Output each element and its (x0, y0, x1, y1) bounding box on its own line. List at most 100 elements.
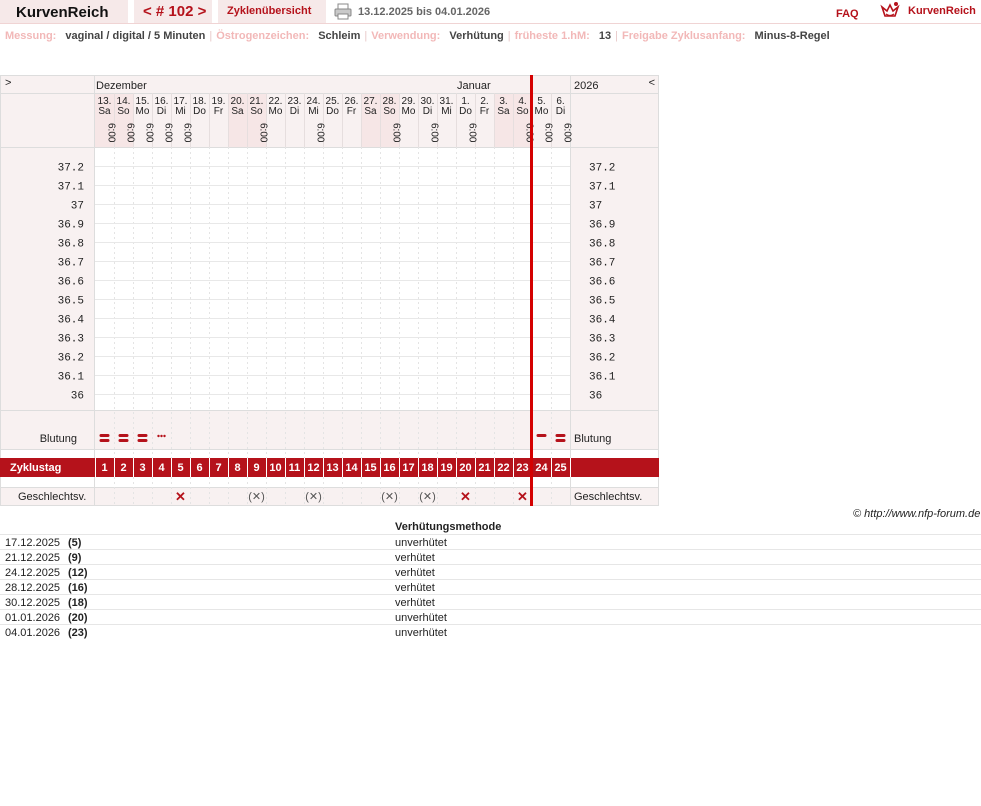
zyklustag-number: 4 (158, 462, 165, 474)
bleeding-mark (99, 439, 110, 442)
blutung-row-bg (0, 410, 659, 449)
faq-link[interactable]: FAQ (836, 8, 859, 20)
logo-text[interactable]: KurvenReich (908, 5, 976, 17)
geschlechtsv-label: Geschlechtsv. (18, 491, 86, 503)
row-cycle-day: (18) (68, 597, 88, 609)
zyklustag-number: 16 (383, 462, 395, 474)
temp-tick-right: 36.5 (589, 296, 615, 308)
day-time: 6:00 (106, 123, 117, 143)
row-method: unverhütet (395, 627, 447, 639)
day-weekday: Fr (214, 106, 224, 117)
day-weekday: Mo (269, 106, 283, 117)
bleeding-mark (99, 434, 110, 437)
row-date: 01.01.2026 (5, 612, 61, 624)
day-time: 6:00 (562, 123, 573, 143)
day-weekday: So (117, 106, 130, 117)
table-row: 17.12.2025 (5) unverhütet (0, 534, 981, 550)
day-weekday: Do (193, 106, 206, 117)
crown-logo-icon[interactable] (880, 1, 900, 19)
bleeding-mark (536, 434, 547, 437)
month-dezember: Dezember (96, 80, 147, 92)
temp-tick-right: 36.7 (589, 258, 615, 270)
temp-tick-left: 36.9 (58, 220, 84, 232)
day-weekday: Mo (136, 106, 150, 117)
freigabe-value: Minus-8-Regel (754, 30, 830, 42)
temp-tick-left: 36.6 (58, 277, 84, 289)
day-weekday: Sa (231, 106, 244, 117)
day-weekday: Di (556, 106, 565, 117)
spotting-mark (160, 434, 163, 438)
intercourse-mark-protected: (✕) (381, 491, 398, 503)
zyklustag-number: 21 (478, 462, 490, 474)
zyklustag-label: Zyklustag (10, 462, 61, 474)
temp-tick-right: 36 (589, 391, 602, 403)
day-time: 6:00 (144, 123, 155, 143)
zyklustag-number: 3 (139, 462, 145, 474)
row-date: 30.12.2025 (5, 597, 61, 609)
zyklustag-number: 15 (364, 462, 376, 474)
bleeding-mark (118, 439, 129, 442)
day-weekday: So (516, 106, 529, 117)
zyklustag-number: 19 (440, 462, 452, 474)
new-cycle-marker (530, 75, 533, 506)
zyklustag-number: 1 (101, 462, 107, 474)
zyklustag-number: 18 (421, 462, 433, 474)
row-method: verhütet (395, 597, 435, 609)
bleeding-mark (555, 439, 566, 442)
day-weekday: Di (423, 106, 432, 117)
intercourse-mark: ✕ (517, 489, 528, 504)
row-method: unverhütet (395, 537, 447, 549)
zyklustag-number: 17 (402, 462, 414, 474)
row-cycle-day: (9) (68, 552, 82, 564)
table-row: 30.12.2025 (18) verhütet (0, 594, 981, 610)
day-weekday: Sa (98, 106, 111, 117)
day-time: 6:00 (258, 123, 269, 143)
row-method: verhütet (395, 552, 435, 564)
day-weekday: Sa (364, 106, 377, 117)
row-cycle-day: (16) (68, 582, 88, 594)
day-weekday: Mo (535, 106, 549, 117)
row-cycle-day: (20) (68, 612, 88, 624)
intercourse-mark-protected: (✕) (305, 491, 322, 503)
table-row: 24.12.2025 (12) verhütet (0, 564, 981, 580)
temp-tick-left: 36.2 (58, 353, 84, 365)
day-time: 6:00 (315, 123, 326, 143)
zyklustag-number: 20 (459, 462, 471, 474)
verhuetung-header: Verhütungsmethode (395, 521, 502, 533)
table-row: 28.12.2025 (16) verhütet (0, 579, 981, 595)
day-weekday: Do (459, 106, 472, 117)
zyklustag-number: 8 (234, 462, 240, 474)
row-date: 24.12.2025 (5, 567, 61, 579)
temp-tick-left: 36 (71, 391, 84, 403)
zyklustag-number: 6 (196, 462, 202, 474)
row-method: verhütet (395, 567, 435, 579)
row-cycle-day: (12) (68, 567, 88, 579)
temp-tick-right: 37 (589, 201, 602, 213)
year-label: 2026 (574, 80, 598, 92)
temp-tick-right: 37.2 (589, 163, 615, 175)
temp-tick-right: 36.8 (589, 239, 615, 251)
zyklustag-number: 5 (177, 462, 183, 474)
temp-tick-right: 37.1 (589, 182, 616, 194)
zyklustag-number: 11 (289, 462, 301, 474)
temp-tick-left: 36.3 (58, 334, 84, 346)
temp-tick-left: 36.7 (58, 258, 84, 270)
spotting-mark (163, 434, 166, 438)
temp-tick-left: 36.8 (58, 239, 84, 251)
intercourse-mark: ✕ (460, 489, 471, 504)
intercourse-mark-protected: (✕) (419, 491, 436, 503)
day-weekday: Fr (347, 106, 357, 117)
zyklustag-number: 12 (307, 462, 319, 474)
day-weekday: Mi (308, 106, 319, 117)
day-time: 6:00 (125, 123, 136, 143)
day-weekday: Di (290, 106, 299, 117)
day-weekday: Sa (497, 106, 510, 117)
temp-tick-left: 37.1 (58, 182, 85, 194)
bleeding-mark (137, 439, 148, 442)
table-row: 21.12.2025 (9) verhütet (0, 549, 981, 565)
geschlechtsv-row-bg (0, 487, 659, 506)
temp-tick-left: 37.2 (58, 163, 84, 175)
row-date: 21.12.2025 (5, 552, 61, 564)
day-weekday: Mi (175, 106, 186, 117)
day-time: 6:00 (467, 123, 478, 143)
